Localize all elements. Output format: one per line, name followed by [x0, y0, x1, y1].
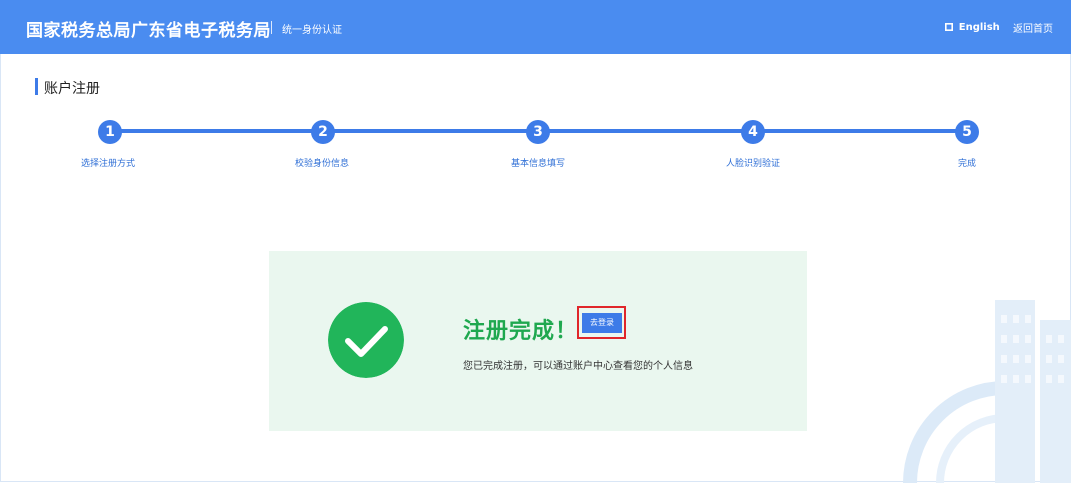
english-link[interactable]: English: [959, 22, 1000, 33]
page-title: 账户注册: [44, 81, 100, 97]
home-link[interactable]: 返回首页: [1013, 24, 1053, 35]
brand-subtitle: 统一身份认证: [282, 25, 342, 36]
success-title: 注册完成！: [463, 319, 579, 344]
step-5-circle: 5: [955, 120, 979, 144]
globe-icon: [944, 22, 953, 31]
step-3-circle: 3: [526, 120, 550, 144]
header-links: English 返回首页: [944, 20, 1053, 35]
check-circle-icon: [328, 302, 404, 378]
step-4-circle: 4: [741, 120, 765, 144]
success-description: 您已完成注册，可以通过账户中心查看您的个人信息: [463, 361, 693, 372]
title-accent-bar: [35, 78, 38, 95]
step-4-label: 人脸识别验证: [725, 159, 781, 169]
top-header: 国家税务总局广东省电子税务局 统一身份认证 English 返回首页: [0, 0, 1071, 54]
step-2-circle: 2: [311, 120, 335, 144]
step-3-label: 基本信息填写: [510, 159, 566, 169]
step-2-label: 校验身份信息: [294, 159, 350, 169]
go-login-button[interactable]: 去登录: [582, 313, 622, 333]
step-1-label: 选择注册方式: [80, 159, 136, 169]
brand-title: 国家税务总局广东省电子税务局: [26, 21, 271, 41]
building-watermark-icon: [903, 300, 1071, 483]
step-5-label: 完成: [957, 159, 977, 169]
brand-divider: [271, 21, 272, 34]
step-1-circle: 1: [98, 120, 122, 144]
